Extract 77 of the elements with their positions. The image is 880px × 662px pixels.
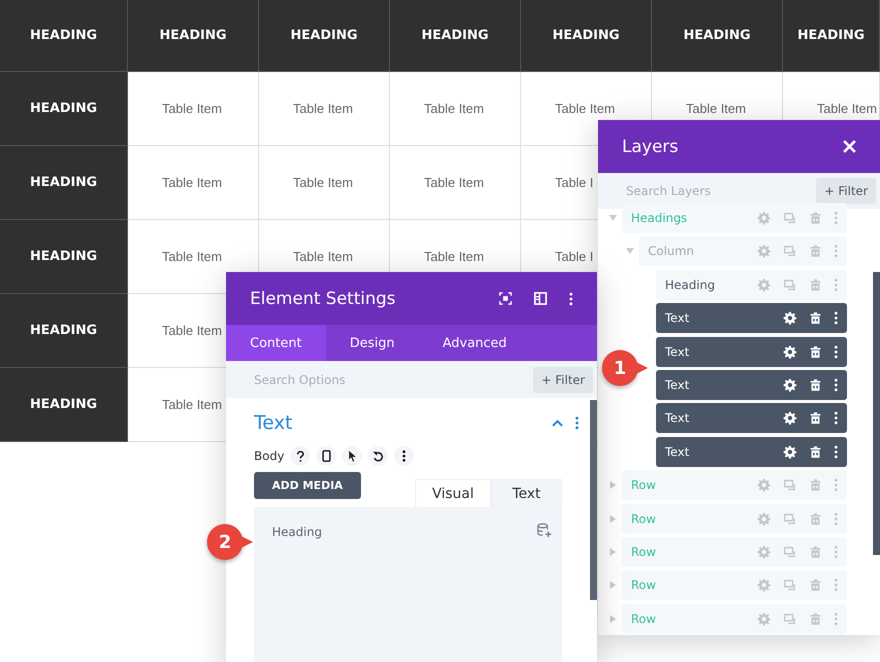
- trash-icon[interactable]: [809, 411, 822, 426]
- more-icon[interactable]: [834, 311, 838, 326]
- chevron-up-icon[interactable]: [552, 419, 563, 427]
- duplicate-icon[interactable]: [783, 211, 797, 225]
- trash-icon[interactable]: [809, 311, 822, 326]
- tab[interactable]: Design: [326, 325, 419, 361]
- table-cell: Table Item: [390, 146, 521, 220]
- gear-icon[interactable]: [783, 411, 797, 426]
- editor-tab[interactable]: Text: [491, 479, 562, 507]
- column-header: HEADING: [783, 0, 880, 72]
- table-cell: Table Item: [128, 72, 259, 146]
- more-icon[interactable]: [834, 411, 838, 426]
- expand-down-icon[interactable]: [626, 247, 634, 256]
- expand-right-icon[interactable]: [608, 481, 616, 490]
- more-icon[interactable]: [834, 444, 838, 459]
- scrollbar[interactable]: [873, 272, 880, 555]
- more-icon[interactable]: [834, 344, 838, 359]
- table-cell: Table Item: [259, 72, 390, 146]
- row-header: HEADING: [0, 368, 128, 442]
- close-icon[interactable]: [843, 140, 856, 153]
- expand-right-icon[interactable]: [608, 548, 616, 556]
- layer-item[interactable]: Text: [656, 303, 847, 334]
- scrollbar[interactable]: [590, 400, 597, 600]
- more-icon[interactable]: [394, 446, 414, 466]
- layer-item[interactable]: Text: [656, 436, 847, 467]
- column-header: HEADING: [259, 0, 390, 72]
- expand-right-icon[interactable]: [608, 614, 616, 623]
- text-editor-field[interactable]: Heading: [254, 507, 562, 662]
- gear-icon[interactable]: [783, 344, 797, 359]
- gear-icon[interactable]: [783, 311, 797, 326]
- database-plus-icon[interactable]: [537, 523, 552, 538]
- table-cell: Table Item: [128, 146, 259, 220]
- row-header: HEADING: [0, 146, 128, 220]
- expand-right-icon[interactable]: [608, 514, 616, 523]
- more-icon[interactable]: [834, 378, 838, 392]
- tab[interactable]: Advanced: [418, 325, 531, 361]
- cursor-icon[interactable]: [342, 446, 362, 466]
- row-header: HEADING: [0, 294, 128, 368]
- gear-icon[interactable]: [783, 378, 797, 392]
- row-header: HEADING: [0, 220, 128, 294]
- layer-item[interactable]: Text: [656, 403, 847, 434]
- add-media-button[interactable]: ADD MEDIA: [254, 472, 361, 499]
- duplicate-icon[interactable]: [783, 478, 797, 492]
- tab[interactable]: Content: [226, 325, 326, 361]
- expand-right-icon[interactable]: [608, 581, 616, 590]
- layer-item[interactable]: Text: [656, 336, 847, 367]
- sidebar-icon[interactable]: [534, 292, 547, 305]
- phone-icon[interactable]: [316, 446, 336, 466]
- row-header: HEADING: [0, 72, 128, 146]
- trash-icon[interactable]: [809, 378, 822, 392]
- duplicate-icon[interactable]: [783, 244, 797, 258]
- column-header: HEADING: [521, 0, 652, 72]
- duplicate-icon[interactable]: [783, 578, 797, 592]
- table-cell: Table Item: [390, 72, 521, 146]
- gear-icon[interactable]: [783, 444, 797, 459]
- expand-down-icon[interactable]: [608, 214, 616, 222]
- filter-button[interactable]: + Filter: [533, 366, 593, 392]
- editor-tab[interactable]: Visual: [415, 479, 491, 507]
- duplicate-icon[interactable]: [783, 544, 797, 559]
- field-label: Body: [254, 449, 284, 463]
- table-cell: Table Item: [259, 146, 390, 220]
- duplicate-icon[interactable]: [783, 512, 797, 526]
- duplicate-icon[interactable]: [783, 612, 797, 626]
- trash-icon[interactable]: [809, 344, 822, 359]
- trash-icon[interactable]: [809, 444, 822, 459]
- column-header: HEADING: [652, 0, 783, 72]
- layer-item[interactable]: Heading: [656, 270, 847, 300]
- more-icon[interactable]: [569, 292, 573, 306]
- filter-button[interactable]: + Filter: [816, 178, 876, 204]
- column-header: HEADING: [390, 0, 521, 72]
- column-header: HEADING: [128, 0, 259, 72]
- help-icon[interactable]: [290, 446, 310, 466]
- layer-item[interactable]: Text: [656, 370, 847, 400]
- duplicate-icon[interactable]: [783, 278, 797, 292]
- undo-icon[interactable]: [368, 446, 388, 466]
- column-header: HEADING: [0, 0, 128, 72]
- fullscreen-icon[interactable]: [499, 292, 512, 305]
